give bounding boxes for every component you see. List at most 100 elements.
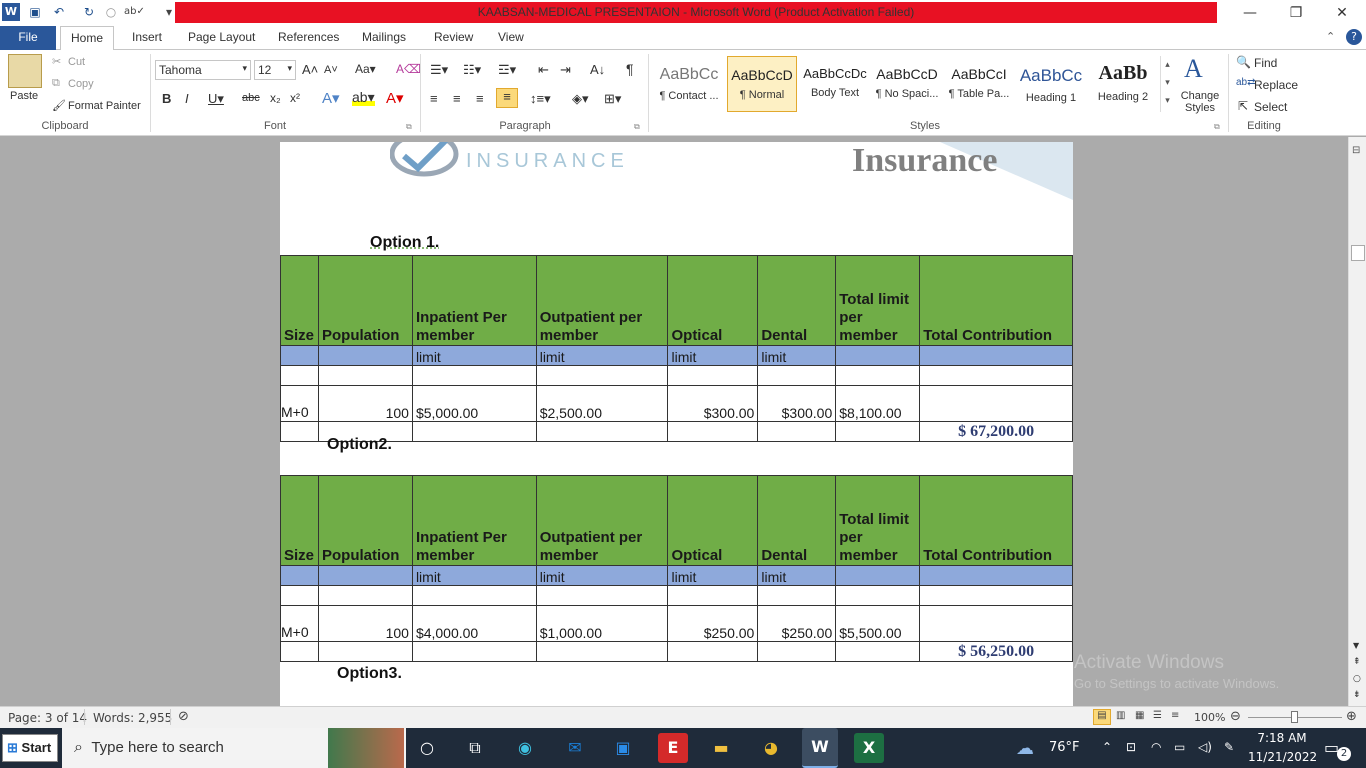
prev-page-icon[interactable]: ⇞	[1353, 657, 1361, 667]
align-center-icon[interactable]: ≡	[453, 91, 461, 106]
bold-icon[interactable]: B	[162, 91, 171, 106]
zoom-slider-thumb[interactable]	[1291, 711, 1298, 723]
tab-home[interactable]: Home	[60, 26, 115, 51]
superscript-icon[interactable]: x²	[290, 91, 300, 105]
start-button[interactable]: ⊞ Start	[2, 734, 58, 762]
device-icon[interactable]: ⊡	[1126, 740, 1136, 754]
volume-icon[interactable]: ◁)	[1198, 740, 1212, 754]
strikethrough-icon[interactable]: abc	[242, 92, 260, 104]
style-body-text[interactable]: AaBbCcDc Body Text	[800, 56, 870, 112]
tab-review[interactable]: Review	[424, 26, 483, 50]
file-explorer-icon[interactable]: ▬	[706, 733, 736, 763]
tab-references[interactable]: References	[268, 26, 349, 50]
clock-time[interactable]: 7:18 AM	[1250, 731, 1314, 745]
copy-button[interactable]: Copy	[68, 78, 94, 90]
dialog-launcher-icon[interactable]: ⧉	[634, 122, 640, 132]
zoom-out-icon[interactable]: ⊖	[1230, 709, 1241, 724]
cut-button[interactable]: Cut	[68, 56, 85, 68]
excel-icon[interactable]: X	[854, 733, 884, 763]
tab-view[interactable]: View	[488, 26, 534, 50]
style-heading-2[interactable]: AaBb Heading 2	[1088, 56, 1158, 112]
font-color-icon[interactable]: A▾	[386, 89, 404, 107]
increase-indent-icon[interactable]: ⇥	[560, 62, 571, 78]
vertical-scrollbar[interactable]: ⊟ ▼ ⇞ ○ ⇟	[1348, 137, 1366, 706]
subscript-icon[interactable]: x₂	[270, 91, 281, 105]
align-right-icon[interactable]: ≡	[476, 91, 484, 106]
outline-icon[interactable]: ☰	[1153, 710, 1162, 721]
change-styles-button[interactable]: Change Styles	[1180, 90, 1220, 114]
battery-icon[interactable]: ▭	[1174, 740, 1185, 754]
dialog-launcher-icon[interactable]: ⧉	[1214, 122, 1220, 132]
line-spacing-icon[interactable]: ↕≡▾	[530, 91, 551, 107]
style-heading-1[interactable]: AaBbCc Heading 1	[1016, 56, 1086, 112]
select-button[interactable]: Select	[1254, 100, 1287, 114]
word-taskbar-icon[interactable]: W	[802, 728, 838, 768]
browse-object-icon[interactable]: ○	[1353, 674, 1361, 684]
find-button[interactable]: Find	[1254, 56, 1277, 70]
next-page-icon[interactable]: ⇟	[1353, 690, 1361, 700]
multilevel-list-icon[interactable]: ☲▾	[498, 62, 516, 78]
font-name-box[interactable]: Tahoma ▾	[155, 60, 251, 80]
align-left-icon[interactable]: ≡	[430, 91, 438, 106]
document-page[interactable]: INSURANCE Insurance Option 1. Size Popul…	[280, 142, 1073, 706]
weather-temp[interactable]: 76°F	[1049, 740, 1080, 755]
minimize-button[interactable]: —	[1227, 0, 1273, 26]
tab-mailings[interactable]: Mailings	[352, 26, 416, 50]
styles-scroll[interactable]: ▴ ▾ ▾	[1160, 56, 1174, 112]
tab-file[interactable]: File	[0, 26, 56, 50]
replace-button[interactable]: Replace	[1254, 78, 1298, 92]
help-icon[interactable]: ?	[1346, 29, 1362, 45]
undo-icon[interactable]: ↶	[50, 3, 68, 21]
zoom-in-icon[interactable]: ⊕	[1346, 709, 1357, 724]
style-no-spacing[interactable]: AaBbCcD ¶ No Spaci...	[872, 56, 942, 112]
full-screen-reading-icon[interactable]: ▥	[1116, 710, 1125, 721]
word-count[interactable]: Words: 2,955	[93, 711, 172, 725]
task-view-icon[interactable]: ⧉	[460, 733, 490, 763]
restore-button[interactable]: ❐	[1273, 0, 1319, 26]
pen-icon[interactable]: ✎	[1224, 740, 1234, 754]
style-contact[interactable]: AaBbCc ¶ Contact ...	[654, 56, 724, 112]
chevron-down-icon[interactable]: ▾	[242, 63, 247, 74]
tab-page-layout[interactable]: Page Layout	[178, 26, 265, 50]
italic-icon[interactable]: I	[185, 91, 189, 106]
shrink-font-icon[interactable]: A˅	[324, 64, 338, 76]
font-size-box[interactable]: 12 ▾	[254, 60, 296, 80]
edge-icon[interactable]: ◉	[510, 733, 540, 763]
numbering-icon[interactable]: ☷▾	[463, 62, 481, 78]
tab-insert[interactable]: Insert	[122, 26, 172, 50]
wifi-icon[interactable]: ◠	[1151, 740, 1161, 754]
paste-icon[interactable]	[8, 54, 42, 88]
change-case-icon[interactable]: Aa▾	[355, 62, 376, 76]
format-painter-button[interactable]: Format Painter	[68, 100, 141, 112]
store-icon[interactable]: ▣	[608, 733, 638, 763]
show-marks-icon[interactable]: ¶	[626, 61, 634, 77]
collapse-ribbon-icon[interactable]: ⌃	[1326, 30, 1335, 43]
word-app-icon[interactable]: W	[2, 3, 20, 21]
draft-icon[interactable]: ≡	[1171, 710, 1179, 721]
clock-date[interactable]: 11/21/2022	[1248, 750, 1317, 764]
circle-icon[interactable]: ○	[102, 3, 120, 21]
chevron-down-icon[interactable]: ▾	[287, 63, 292, 74]
dialog-launcher-icon[interactable]: ⧉	[406, 122, 412, 132]
shading-icon[interactable]: ◈▾	[572, 91, 589, 107]
bullets-icon[interactable]: ☰▾	[430, 62, 448, 78]
page-count[interactable]: Page: 3 of 14	[8, 711, 87, 725]
redo-icon[interactable]: ↻	[80, 3, 98, 21]
app-e-icon[interactable]: E	[658, 733, 688, 763]
sort-icon[interactable]: A↓	[590, 62, 605, 77]
ruler-toggle-icon[interactable]: ⊟	[1352, 145, 1360, 156]
web-layout-icon[interactable]: ▦	[1135, 710, 1144, 721]
grow-font-icon[interactable]: A˄	[302, 62, 318, 77]
show-hidden-icons-icon[interactable]: ⌃	[1102, 740, 1112, 754]
mail-icon[interactable]: ✉	[560, 733, 590, 763]
underline-icon[interactable]: U▾	[208, 91, 224, 107]
change-styles-icon[interactable]: A	[1184, 54, 1203, 84]
chrome-icon[interactable]: ◕	[756, 733, 786, 763]
save-icon[interactable]: ▣	[26, 3, 44, 21]
spelling-icon[interactable]: ab✓	[124, 3, 145, 21]
scroll-thumb[interactable]	[1351, 245, 1365, 261]
text-effects-icon[interactable]: A▾	[322, 89, 340, 107]
decrease-indent-icon[interactable]: ⇤	[538, 62, 549, 78]
scroll-down-icon[interactable]: ▼	[1353, 641, 1359, 650]
zoom-level[interactable]: 100%	[1194, 711, 1225, 724]
